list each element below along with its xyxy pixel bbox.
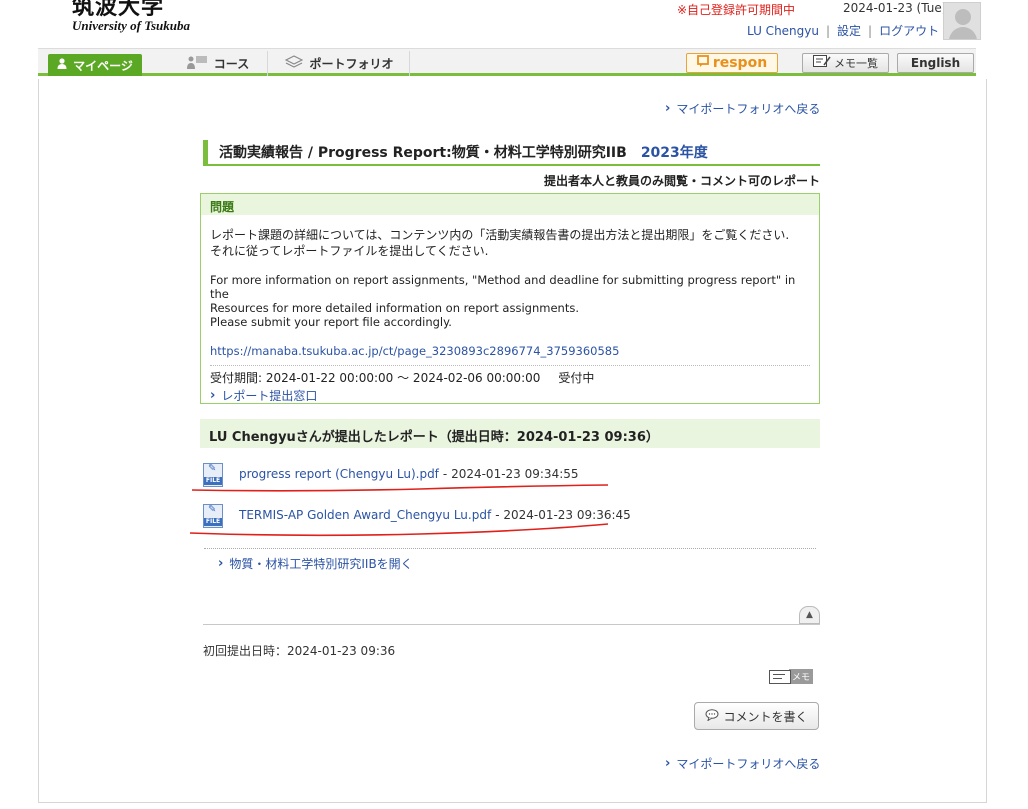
speech-bubble-icon: [705, 708, 719, 724]
memo-label: メモ: [789, 669, 814, 684]
write-comment-button[interactable]: コメントを書く: [694, 702, 819, 730]
memo-button[interactable]: メモ: [769, 668, 819, 685]
divider: [204, 548, 816, 549]
divider: [203, 624, 820, 625]
chevron-right-icon: ›: [665, 756, 671, 771]
scroll-to-top-button[interactable]: ▲: [799, 606, 820, 624]
comment-button-label: コメントを書く: [723, 709, 808, 724]
red-underline-2: [189, 523, 609, 537]
chevron-right-icon: ›: [218, 556, 224, 571]
back-to-portfolio-link-bottom[interactable]: › マイポートフォリオへ戻る: [665, 755, 820, 772]
red-underline-1: [191, 484, 609, 492]
red-annotation-marks: [189, 484, 609, 537]
first-submitted: 初回提出日時：2024-01-23 09:36: [203, 644, 396, 658]
caret-up-icon: ▲: [806, 610, 813, 620]
open-course-label: 物質・材料工学特別研究IIBを開く: [229, 557, 413, 571]
open-course-link[interactable]: › 物質・材料工学特別研究IIBを開く: [218, 555, 413, 572]
memo-pad-icon: [769, 669, 791, 684]
back-link-label: マイポートフォリオへ戻る: [676, 757, 821, 771]
